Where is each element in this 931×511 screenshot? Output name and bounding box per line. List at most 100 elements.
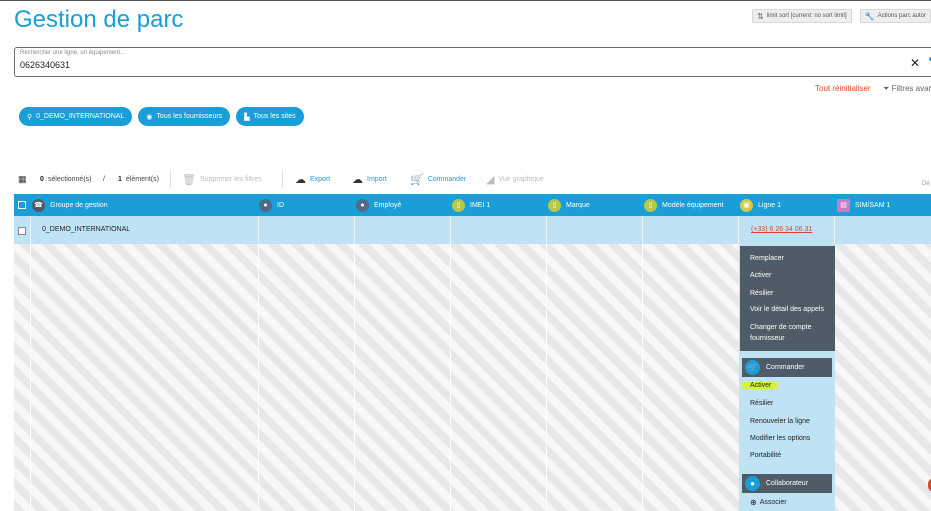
column-header-line[interactable]: ▣ Ligne 1 xyxy=(740,194,781,216)
column-divider xyxy=(450,244,451,511)
sim-icon: ▣ xyxy=(740,198,753,212)
advanced-filters-label: Filtres avar xyxy=(891,84,931,93)
clear-search-icon[interactable]: ✕ xyxy=(910,56,920,70)
cell-divider xyxy=(30,216,31,244)
column-divider xyxy=(30,244,31,511)
cell-divider xyxy=(642,216,643,244)
chip-sites-label: Tous les sites xyxy=(253,113,296,120)
cell-divider xyxy=(258,216,259,244)
total-count-value: 1 xyxy=(118,175,122,183)
order-button[interactable]: 🛒 Commander xyxy=(410,170,466,188)
column-header-model[interactable]: ▯ Modèle équipement xyxy=(644,194,724,216)
top-actions: ⇅ limit sort [current: no sort limit] 🔧 … xyxy=(751,9,931,23)
delete-filters-label: Supprimer les filtres xyxy=(199,175,262,183)
column-divider xyxy=(354,244,355,511)
filter-icon: ⏷ xyxy=(883,84,890,93)
menu-item-replace[interactable]: Remplacer xyxy=(750,254,784,264)
column-header-sim[interactable]: ▤ SIM/SAM 1 xyxy=(837,194,890,216)
chip-organisation-label: 0_DEMO_INTERNATIONAL xyxy=(36,113,125,120)
grid-view-button[interactable]: ▦ xyxy=(18,170,27,188)
menu-item-change-account[interactable]: Changer de compte xyxy=(750,323,811,333)
export-button[interactable]: ☁ Export xyxy=(295,170,330,188)
org-icon: ⚲ xyxy=(27,113,33,121)
plus-circle-icon: ⊕ xyxy=(750,498,757,507)
chip-sites[interactable]: ▙ Tous les sites xyxy=(236,107,304,126)
row-checkbox[interactable] xyxy=(18,227,26,235)
export-label: Export xyxy=(310,175,331,183)
total-count: 1 élément(s) xyxy=(118,170,159,188)
column-header-employee[interactable]: ● Employé xyxy=(356,194,401,216)
import-label: Import xyxy=(367,175,387,183)
menu-item-activate[interactable]: Activer xyxy=(750,271,771,281)
page-title: Gestion de parc xyxy=(14,6,184,33)
total-count-label: élément(s) xyxy=(125,175,159,183)
search-value: 0626340631 xyxy=(20,60,71,70)
selected-count: 0 xyxy=(40,175,44,183)
count-separator: / xyxy=(103,175,105,183)
column-header-label: IMEI 1 xyxy=(470,201,491,209)
selected-label: sélectionné(s) xyxy=(47,175,92,183)
grid-toolbar: ▦ 0 sélectionné(s) / 1 élément(s) 🗑 Supp… xyxy=(18,170,931,188)
column-header-label: Groupe de gestion xyxy=(50,201,108,209)
cloud-upload-icon: ☁ xyxy=(352,173,363,186)
menu-item-terminate[interactable]: Résilier xyxy=(750,289,773,299)
order-item-renew[interactable]: Renouveler la ligne xyxy=(750,418,810,425)
actions-parc-button[interactable]: 🔧 Actions parc autor xyxy=(859,9,931,23)
column-divider xyxy=(258,244,259,511)
column-header-group[interactable]: ☎ Groupe de gestion xyxy=(32,194,108,216)
column-divider xyxy=(546,244,547,511)
column-header-imei[interactable]: ▯ IMEI 1 xyxy=(452,194,490,216)
column-header-brand[interactable]: ▯ Marque xyxy=(548,194,590,216)
toolbar-divider xyxy=(170,170,171,188)
column-header-label: Employé xyxy=(374,201,402,209)
collaborator-item-associate-label: Associer xyxy=(759,499,787,506)
toolbar-divider xyxy=(282,170,283,188)
cart-icon: 🛒 xyxy=(745,360,760,375)
reset-all-link[interactable]: Tout réinitialiser xyxy=(815,84,871,93)
order-label: Commander xyxy=(427,175,467,183)
menu-section-order: 🛒 Commander xyxy=(742,358,832,377)
limit-sort-button[interactable]: ⇅ limit sort [current: no sort limit] xyxy=(751,9,852,23)
actions-parc-label: Actions parc autor xyxy=(877,13,926,19)
cell-divider xyxy=(834,216,835,244)
advanced-filters-button[interactable]: ⏷ Filtres avar xyxy=(883,84,931,94)
mobile-icon: ▯ xyxy=(452,198,465,212)
import-button[interactable]: ☁ Import xyxy=(352,170,387,188)
select-all-checkbox[interactable] xyxy=(18,194,26,216)
delete-filters-button[interactable]: 🗑 Supprimer les filtres xyxy=(182,170,262,188)
menu-section-collaborator-title: Collaborateur xyxy=(766,480,809,487)
order-item-modify-options[interactable]: Modifier les options xyxy=(750,435,810,442)
chip-organisation[interactable]: ⚲ 0_DEMO_INTERNATIONAL xyxy=(19,107,133,126)
user-icon: ● xyxy=(745,476,760,491)
column-header-label: ID xyxy=(277,201,284,209)
search-input[interactable]: Rechercher une ligne, un équipement... 0… xyxy=(14,47,931,77)
selection-count: 0 sélectionné(s) xyxy=(40,170,91,188)
cell-divider xyxy=(738,216,739,244)
column-header-id[interactable]: ● ID xyxy=(259,194,284,216)
chip-suppliers[interactable]: ◉ Tous les fournisseurs xyxy=(138,107,231,126)
cell-line-link[interactable]: (+33) 6 26 34 06 31 xyxy=(751,226,812,233)
phone-icon: ☎ xyxy=(32,198,45,212)
toolbar-overflow-text: Dé xyxy=(922,181,930,187)
checkbox-icon xyxy=(18,201,26,209)
chart-icon: ◢ xyxy=(486,173,495,186)
search-extra-icon[interactable]: ◖ xyxy=(927,54,931,65)
grid-icon: ▦ xyxy=(18,173,27,184)
order-item-terminate[interactable]: Résilier xyxy=(750,400,773,407)
column-header-label: Modèle équipement xyxy=(662,201,724,209)
order-item-portability[interactable]: Portabilité xyxy=(750,452,781,459)
cell-divider xyxy=(450,216,451,244)
menu-item-change-account-2[interactable]: fournisseur xyxy=(750,334,785,344)
building-icon: ▙ xyxy=(244,113,250,121)
limit-sort-label: limit sort [current: no sort limit] xyxy=(766,13,847,19)
graph-view-button[interactable]: ◢ Vue graphique xyxy=(486,170,544,188)
column-header-label: SIM/SAM 1 xyxy=(855,201,891,209)
column-header-label: Marque xyxy=(566,201,590,209)
table-header: ☎ Groupe de gestion ● ID ● Employé ▯ IME… xyxy=(14,194,931,216)
collaborator-item-associate[interactable]: ⊕ Associer xyxy=(750,498,787,507)
search-label: Rechercher une ligne, un équipement... xyxy=(20,50,126,56)
mobile-icon: ▯ xyxy=(548,198,561,212)
order-item-activate[interactable]: Activer xyxy=(742,382,779,389)
filter-chips: ⚲ 0_DEMO_INTERNATIONAL ◉ Tous les fourni… xyxy=(19,107,304,126)
menu-item-call-details[interactable]: Voir le détail des appels xyxy=(750,305,824,315)
